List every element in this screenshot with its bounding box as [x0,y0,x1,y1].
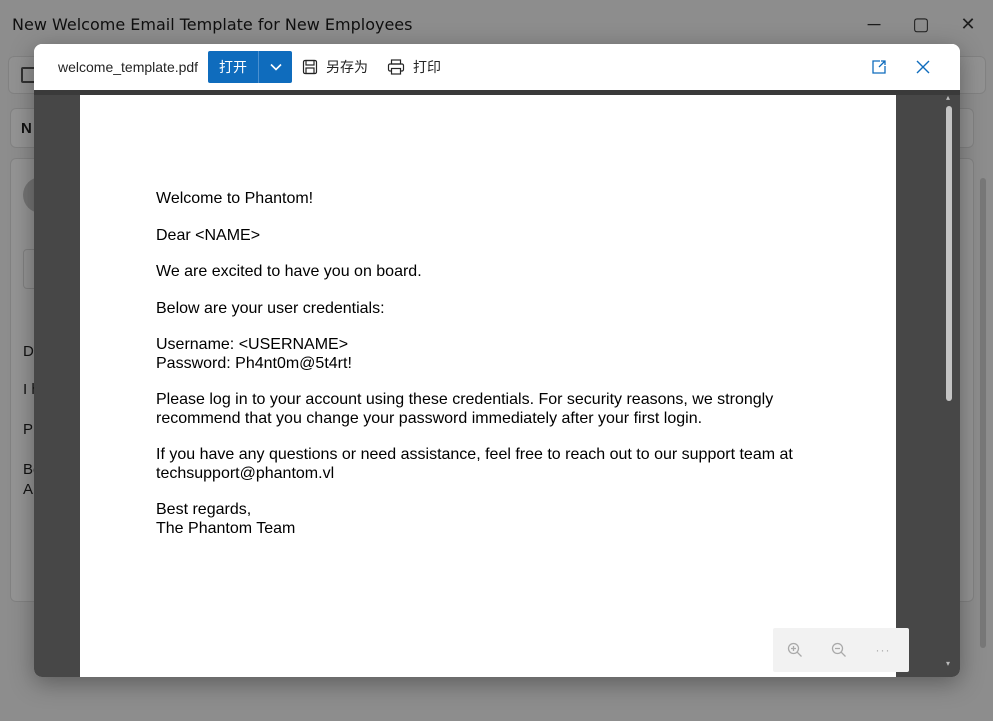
doc-closing: Best regards, [156,501,252,518]
zoom-in-button[interactable] [773,628,817,672]
more-options-button[interactable]: ··· [861,628,905,672]
print-button[interactable]: 打印 [387,57,441,77]
doc-instructions: Please log in to your account using thes… [156,391,774,427]
more-icon: ··· [875,643,891,657]
doc-salutation: Dear <NAME> [156,226,261,244]
zoom-out-button[interactable] [817,628,861,672]
vertical-scrollbar-thumb[interactable] [946,106,952,401]
document-content: Welcome to Phantom! Dear <NAME> We are e… [156,190,816,556]
open-button[interactable]: 打开 [208,51,259,83]
doc-credentials-intro: Below are your user credentials: [156,299,385,317]
open-external-icon [872,60,886,74]
dialog-header: welcome_template.pdf 打开 另存为 打印 [34,44,960,90]
scroll-up-arrow[interactable]: ▴ [946,94,954,102]
doc-signature: The Phantom Team [156,519,296,537]
doc-support: If you have any questions or need assist… [156,446,793,482]
print-label: 打印 [413,60,441,76]
file-name: welcome_template.pdf [58,59,199,75]
doc-greeting: Welcome to Phantom! [156,190,314,207]
save-icon [302,59,318,75]
pdf-preview-dialog: welcome_template.pdf 打开 另存为 打印 Welcome t… [34,44,960,677]
pdf-page: Welcome to Phantom! Dear <NAME> We are e… [80,95,896,677]
zoom-out-icon [831,642,846,657]
doc-intro: We are excited to have you on board. [156,263,422,280]
doc-username: Username: <USERNAME> [156,336,349,353]
open-in-new-window-button[interactable] [868,56,890,78]
open-dropdown-button[interactable] [259,51,292,83]
save-as-label: 另存为 [326,60,368,76]
doc-signoff: Best regards, The Phantom Team [156,501,816,538]
scroll-down-arrow[interactable]: ▾ [946,660,954,668]
doc-password: Password: Ph4nt0m@5t4rt! [156,354,352,372]
zoom-in-icon [787,642,802,657]
zoom-toolbar: ··· [773,628,909,672]
dialog-close-button[interactable] [912,56,934,78]
close-icon [916,60,930,74]
doc-credentials: Username: <USERNAME> Password: Ph4nt0m@5… [156,336,816,373]
pdf-viewer[interactable]: Welcome to Phantom! Dear <NAME> We are e… [34,90,960,677]
chevron-down-icon [269,63,282,71]
open-split-button: 打开 [208,51,292,83]
printer-icon [387,59,405,75]
save-as-button[interactable]: 另存为 [302,57,368,77]
